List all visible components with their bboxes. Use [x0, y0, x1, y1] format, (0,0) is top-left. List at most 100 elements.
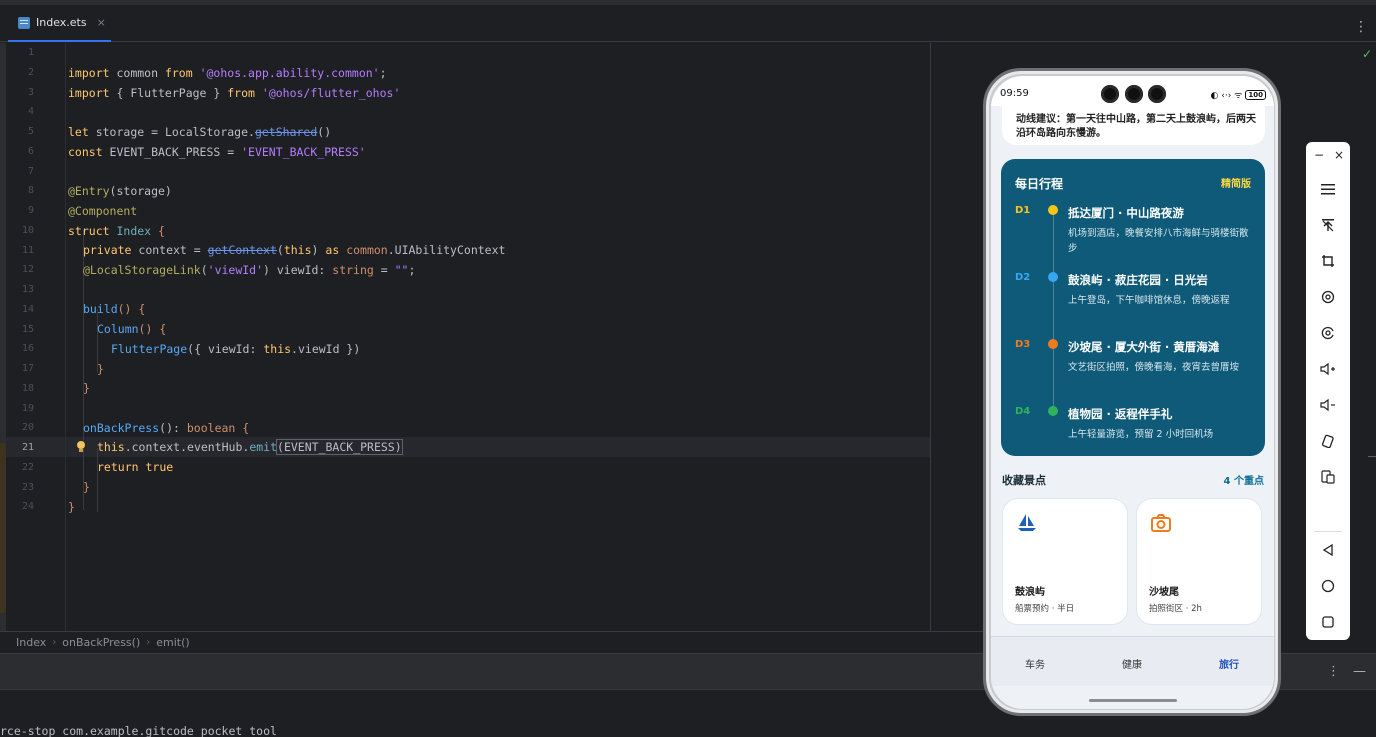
code-line-6: const EVENT_BACK_PRESS = 'EVENT_BACK_PRE…: [68, 145, 366, 159]
code-editor[interactable]: import common from '@ohos.app.ability.co…: [68, 43, 928, 631]
code-line-24: }: [68, 500, 75, 514]
day-code: D4: [1015, 406, 1031, 417]
line-number[interactable]: 17: [6, 359, 34, 379]
code-line-15: Column() {: [97, 322, 167, 336]
itinerary-badge[interactable]: 精简版: [1221, 175, 1251, 190]
line-number[interactable]: 18: [6, 379, 34, 399]
favorite-card-gulangyu[interactable]: 鼓浪屿 船票预约 · 半日: [1002, 498, 1128, 625]
favorite-card-shapowei[interactable]: 沙坡尾 拍照街区 · 2h: [1136, 498, 1262, 625]
line-number[interactable]: 10: [6, 221, 34, 241]
breadcrumb-item[interactable]: onBackPress(): [62, 636, 140, 649]
breadcrumb-item[interactable]: emit(): [156, 636, 189, 649]
day-title: 沙坡尾 · 厦大外街 · 黄厝海滩: [1068, 340, 1220, 354]
screenshot-icon[interactable]: [1317, 322, 1339, 344]
day-desc: 文艺街区拍照，傍晚看海，夜宵去曾厝垵: [1068, 362, 1240, 373]
recents-icon[interactable]: [1317, 611, 1339, 633]
line-number[interactable]: 9: [6, 201, 34, 221]
inspection-ok-icon[interactable]: ✓: [1362, 47, 1372, 61]
tab-travel[interactable]: 旅行: [1219, 656, 1239, 671]
line-number[interactable]: 23: [6, 478, 34, 498]
code-line-21: this.context.eventHub.emit(EVENT_BACK_PR…: [97, 439, 403, 455]
line-number[interactable]: 21: [6, 438, 34, 458]
bottom-tab-bar: 车务 健康 旅行: [991, 636, 1274, 686]
timeline-line: [1053, 211, 1054, 411]
minimize-icon[interactable]: −: [1314, 148, 1324, 162]
breadcrumb: Index › onBackPress() › emit(): [0, 631, 985, 653]
line-number[interactable]: 14: [6, 300, 34, 320]
line-number[interactable]: 20: [6, 418, 34, 438]
line-number[interactable]: 16: [6, 339, 34, 359]
day-title: 抵达厦门 · 中山路夜游: [1068, 206, 1184, 220]
line-number[interactable]: 5: [6, 122, 34, 142]
breadcrumb-item[interactable]: Index: [16, 636, 46, 649]
more-vert-icon[interactable]: ⋮: [1354, 19, 1368, 35]
crop-icon[interactable]: [1317, 250, 1339, 272]
camera-icon: [1125, 85, 1143, 103]
line-number[interactable]: 11: [6, 241, 34, 261]
favorites-title: 收藏景点: [1002, 474, 1046, 487]
line-number[interactable]: 13: [6, 280, 34, 300]
multi-device-icon[interactable]: [1317, 466, 1339, 488]
code-line-3: import { FlutterPage } from '@ohos/flutt…: [68, 86, 401, 100]
camera-icon: [1148, 85, 1166, 103]
line-number[interactable]: 12: [6, 260, 34, 280]
line-number[interactable]: 1: [6, 43, 34, 63]
itinerary-title: 每日行程: [1015, 177, 1064, 191]
editor-tab-bar: Index.ets × ⋮: [0, 5, 1376, 42]
day-code: D3: [1015, 339, 1031, 350]
more-options-icon[interactable]: ⋮: [1327, 664, 1340, 679]
status-time: 09:59: [1000, 88, 1029, 99]
menu-icon[interactable]: [1317, 178, 1339, 200]
back-icon[interactable]: [1317, 539, 1339, 561]
lightbulb-icon[interactable]: [75, 440, 87, 454]
home-indicator: [1089, 699, 1177, 702]
day-code: D2: [1015, 272, 1031, 283]
timeline-dot: [1048, 272, 1058, 282]
code-line-11: private context = getContext(this) as co…: [83, 243, 506, 257]
code-line-9: @Component: [68, 204, 138, 218]
line-number[interactable]: 3: [6, 83, 34, 103]
code-line-16: FlutterPage({ viewId: this.viewId }): [111, 342, 361, 356]
favorites-count[interactable]: 4 个重点: [1224, 472, 1264, 487]
volume-up-icon[interactable]: [1317, 358, 1339, 380]
code-line-23: }: [83, 480, 90, 494]
line-number[interactable]: 22: [6, 458, 34, 478]
battery-icon: 100: [1245, 89, 1266, 100]
day-code: D1: [1015, 205, 1031, 216]
line-number[interactable]: 15: [6, 320, 34, 340]
home-icon[interactable]: [1317, 575, 1339, 597]
line-number[interactable]: 7: [6, 162, 34, 182]
phone-screen[interactable]: 动线建议：第一天往中山路，第二天上鼓浪屿，后两天沿环岛路向东慢游。 09:59 …: [991, 76, 1274, 709]
code-line-14: build() {: [83, 302, 146, 316]
line-number[interactable]: 6: [6, 142, 34, 162]
breadcrumb-separator: ›: [52, 637, 57, 648]
scroll-marker: [1368, 456, 1376, 457]
close-icon[interactable]: ×: [1334, 148, 1344, 162]
tab-health[interactable]: 健康: [1122, 656, 1142, 671]
line-number[interactable]: 8: [6, 181, 34, 201]
camera-icon: [1151, 514, 1171, 532]
line-number[interactable]: 2: [6, 63, 34, 83]
day-title: 鼓浪屿 · 菽庄花园 · 日光岩: [1068, 273, 1208, 287]
code-line-8: @Entry(storage): [68, 184, 172, 198]
volume-down-icon[interactable]: [1317, 394, 1339, 416]
line-number[interactable]: 4: [6, 102, 34, 122]
tab-index-ets[interactable]: Index.ets ×: [8, 5, 111, 42]
status-icons: ◐ ‹·› ᯤ 100: [1211, 88, 1266, 101]
line-number[interactable]: 24: [6, 497, 34, 517]
timeline-dot: [1048, 406, 1058, 416]
timeline-dot: [1048, 339, 1058, 349]
tab-car[interactable]: 车务: [1025, 656, 1045, 671]
line-number[interactable]: 19: [6, 399, 34, 419]
ets-file-icon: [18, 16, 30, 29]
camera-icon: [1101, 85, 1119, 103]
signal-icon: ◐ ‹·› ᯤ: [1210, 91, 1243, 101]
code-line-18: }: [83, 381, 90, 395]
route-tip-text: 动线建议：第一天往中山路，第二天上鼓浪屿，后两天沿环岛路向东慢游。: [1016, 114, 1256, 139]
day-desc: 上午登岛，下午咖啡馆休息，傍晚返程: [1068, 295, 1230, 306]
pin-top-icon[interactable]: [1317, 214, 1339, 236]
rotate-icon[interactable]: [1317, 286, 1339, 308]
rotate-device-icon[interactable]: [1317, 430, 1339, 452]
minimize-icon[interactable]: —: [1353, 664, 1366, 679]
close-icon[interactable]: ×: [97, 16, 106, 29]
